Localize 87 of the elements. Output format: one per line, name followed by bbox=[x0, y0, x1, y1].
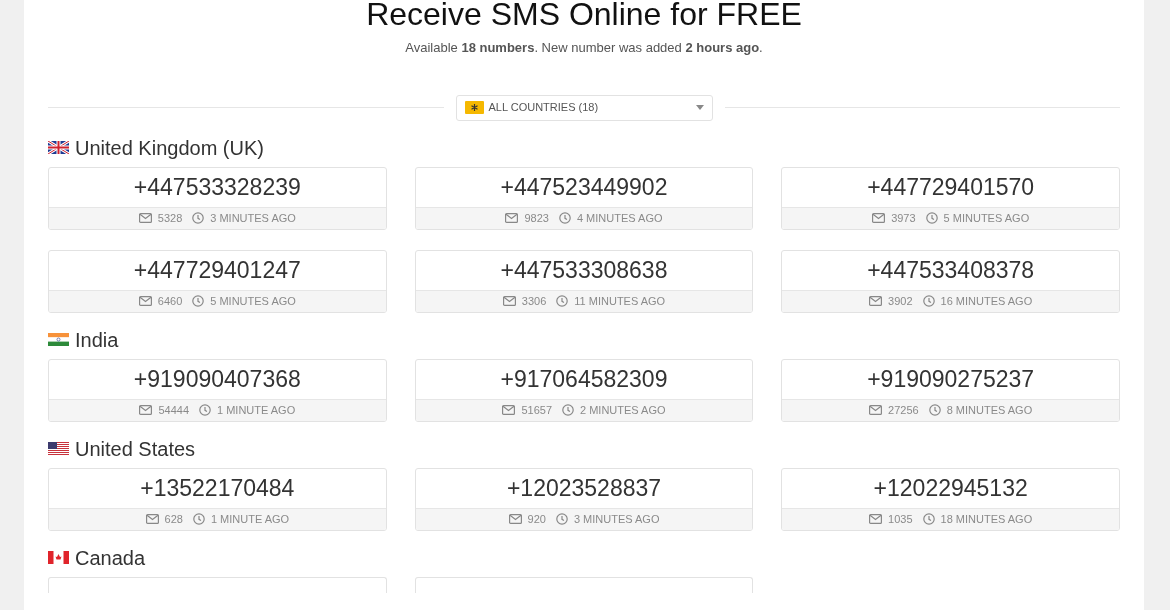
message-count: 628 bbox=[164, 511, 183, 527]
envelope-icon bbox=[872, 213, 886, 223]
flag-icon bbox=[48, 141, 69, 154]
country-heading: India bbox=[75, 327, 119, 353]
country-dropdown[interactable]: ALL COUNTRIES (18) bbox=[455, 94, 713, 121]
envelope-icon bbox=[502, 296, 516, 306]
message-count: 3306 bbox=[521, 293, 547, 309]
envelope-icon bbox=[508, 514, 522, 524]
number-card[interactable]: +919090407368 54444 1 MINUTE AGO bbox=[48, 358, 387, 422]
clock-icon bbox=[556, 295, 569, 307]
last-message-time: 18 MINUTES AGO bbox=[940, 511, 1033, 527]
last-message-time: 8 MINUTES AGO bbox=[946, 402, 1033, 418]
clock-icon bbox=[922, 513, 935, 525]
country-heading: United Kingdom (UK) bbox=[75, 135, 264, 161]
caret-icon bbox=[695, 105, 704, 110]
phone-number[interactable]: +919090275237 bbox=[867, 367, 1035, 391]
last-message-time: 5 MINUTES AGO bbox=[943, 210, 1030, 226]
phone-number[interactable]: +447533408378 bbox=[867, 258, 1035, 282]
message-count: 920 bbox=[527, 511, 546, 527]
message-count: 27256 bbox=[888, 402, 919, 418]
number-card[interactable]: +447533328239 5328 3 MINUTES AGO bbox=[48, 166, 387, 230]
last-message-time: 3 MINUTES AGO bbox=[210, 210, 296, 226]
number-card[interactable]: +13522170484 628 1 MINUTE AGO bbox=[48, 467, 387, 531]
envelope-icon bbox=[869, 296, 883, 306]
number-card[interactable] bbox=[48, 576, 387, 593]
clock-icon bbox=[558, 212, 571, 224]
message-count: 6460 bbox=[157, 293, 183, 309]
last-message-time: 1 MINUTE AGO bbox=[217, 402, 296, 418]
last-message-time: 5 MINUTES AGO bbox=[210, 293, 296, 309]
country-heading: Canada bbox=[75, 545, 146, 571]
clock-icon bbox=[192, 212, 205, 224]
number-card[interactable]: +447729401247 6460 5 MINUTES AGO bbox=[48, 249, 387, 313]
availability-text: Available 18 numbers. New number was added 2 hours ago. bbox=[404, 39, 764, 57]
clock-icon bbox=[192, 513, 205, 525]
dropdown-label: ALL COUNTRIES (18) bbox=[488, 100, 600, 116]
last-message-time: 3 MINUTES AGO bbox=[573, 511, 660, 527]
envelope-icon bbox=[869, 405, 883, 415]
last-message-time: 1 MINUTE AGO bbox=[210, 511, 290, 527]
number-card[interactable]: +12023528837 920 3 MINUTES AGO bbox=[414, 467, 754, 531]
clock-icon bbox=[555, 513, 568, 525]
number-card[interactable]: +447523449902 9823 4 MINUTES AGO bbox=[414, 166, 754, 230]
phone-number[interactable]: +12023528837 bbox=[506, 476, 662, 500]
clock-icon bbox=[562, 404, 574, 416]
envelope-icon bbox=[145, 514, 159, 524]
phone-number[interactable]: +447729401247 bbox=[133, 258, 301, 282]
clock-icon bbox=[199, 404, 211, 416]
clock-icon bbox=[192, 295, 205, 307]
message-count: 9823 bbox=[524, 210, 549, 226]
page-title: Receive SMS Online for FREE bbox=[365, 0, 803, 30]
country-heading: United States bbox=[75, 436, 196, 462]
clock-icon bbox=[928, 404, 941, 416]
envelope-icon bbox=[138, 213, 152, 223]
number-card[interactable]: +447533308638 3306 11 MINUTES AGO bbox=[414, 249, 754, 313]
envelope-icon bbox=[139, 405, 153, 415]
clock-icon bbox=[922, 295, 935, 307]
envelope-icon bbox=[138, 296, 152, 306]
message-count: 3973 bbox=[891, 210, 916, 226]
envelope-icon bbox=[505, 213, 519, 223]
phone-number[interactable]: +917064582309 bbox=[500, 367, 668, 391]
message-count: 5328 bbox=[157, 210, 183, 226]
last-message-time: 4 MINUTES AGO bbox=[576, 210, 663, 226]
last-message-time: 2 MINUTES AGO bbox=[580, 402, 666, 418]
phone-number[interactable]: +447533328239 bbox=[133, 175, 301, 199]
message-count: 51657 bbox=[521, 402, 552, 418]
phone-number[interactable]: +447523449902 bbox=[500, 175, 668, 199]
message-count: 3902 bbox=[888, 293, 913, 309]
envelope-icon bbox=[502, 405, 516, 415]
message-count: 54444 bbox=[158, 402, 189, 418]
phone-number[interactable]: +12022945132 bbox=[873, 476, 1028, 500]
number-card[interactable]: +447729401570 3973 5 MINUTES AGO bbox=[781, 166, 1120, 230]
number-card[interactable]: +447533408378 3902 16 MINUTES AGO bbox=[781, 249, 1120, 313]
flag-icon bbox=[48, 442, 69, 455]
number-card[interactable] bbox=[414, 576, 754, 593]
message-count: 1035 bbox=[888, 511, 913, 527]
flag-icon bbox=[48, 333, 69, 346]
phone-number[interactable]: +13522170484 bbox=[140, 476, 295, 500]
last-message-time: 11 MINUTES AGO bbox=[574, 293, 666, 309]
number-card[interactable]: +12022945132 1035 18 MINUTES AGO bbox=[781, 467, 1120, 531]
flag-icon bbox=[48, 551, 69, 564]
phone-number[interactable]: +447533308638 bbox=[500, 258, 668, 282]
last-message-time: 16 MINUTES AGO bbox=[940, 293, 1033, 309]
clock-icon bbox=[925, 212, 938, 224]
envelope-icon bbox=[869, 514, 883, 524]
phone-number[interactable]: +447729401570 bbox=[867, 175, 1035, 199]
number-card[interactable]: +919090275237 27256 8 MINUTES AGO bbox=[781, 358, 1120, 422]
number-card[interactable]: +917064582309 51657 2 MINUTES AGO bbox=[414, 358, 754, 422]
phone-number[interactable]: +919090407368 bbox=[133, 367, 301, 391]
